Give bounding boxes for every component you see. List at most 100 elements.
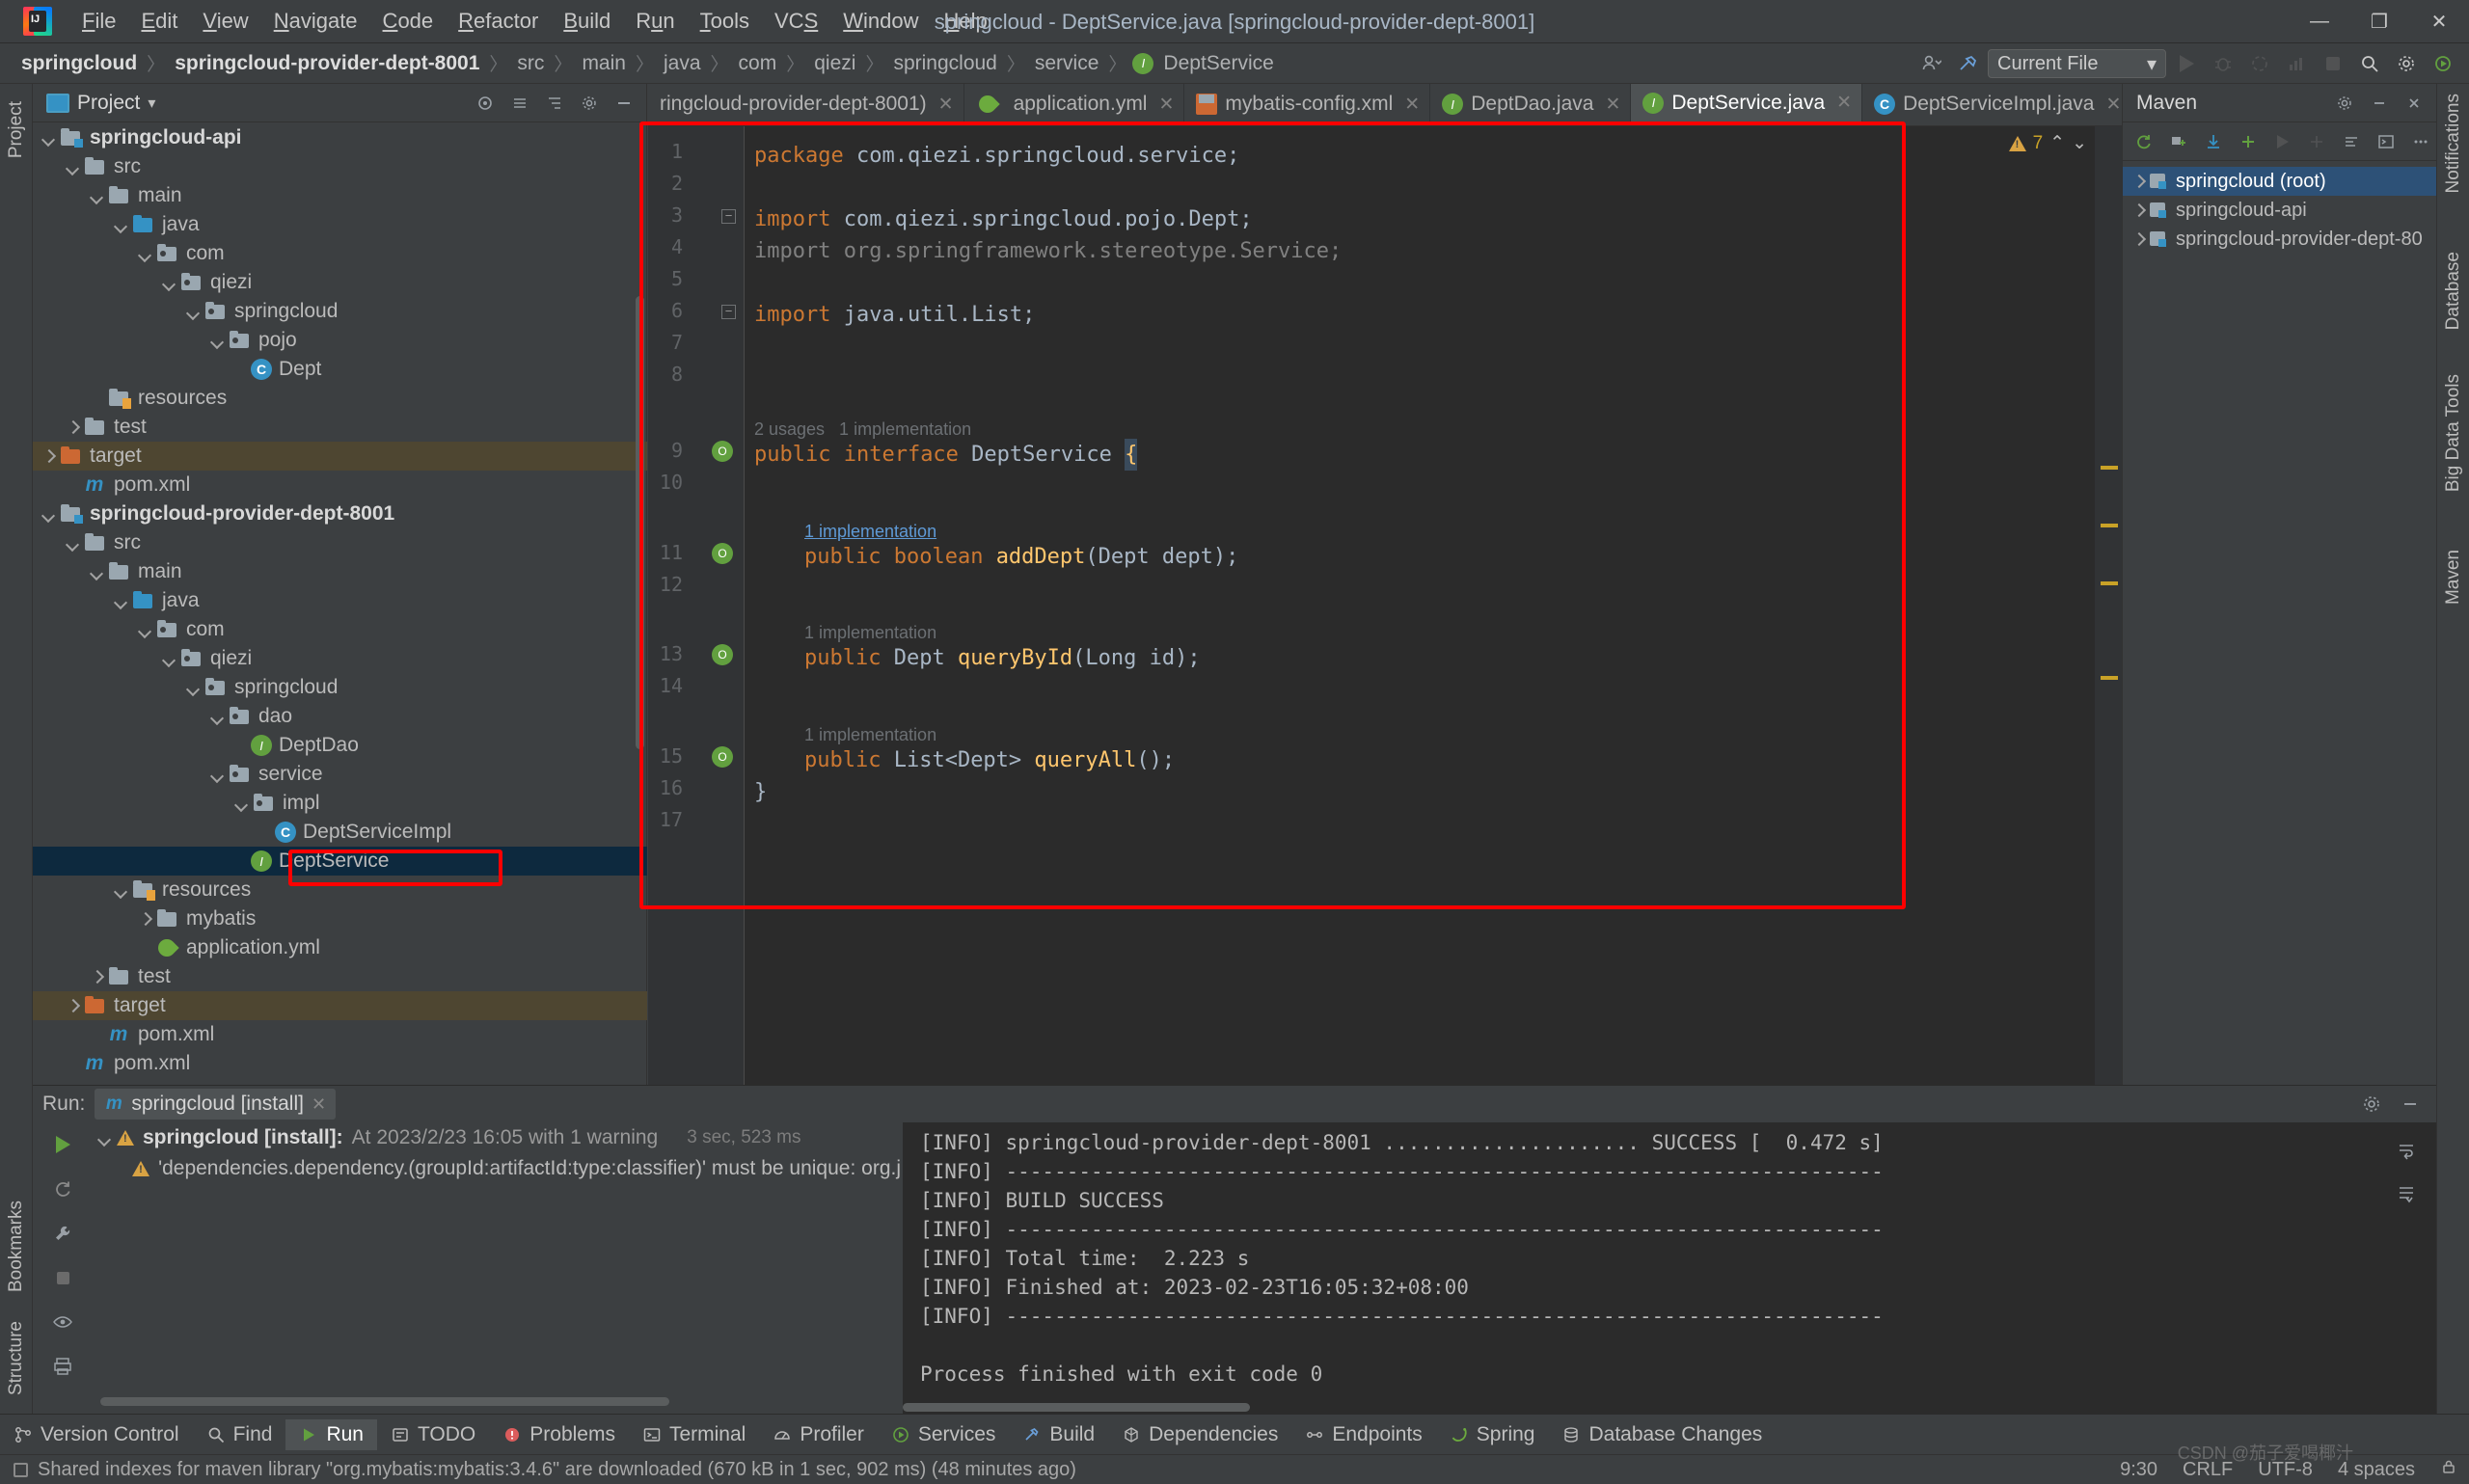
chevron-down-icon[interactable] [137,245,154,262]
debug-icon[interactable] [2207,48,2239,79]
tree-node-src[interactable]: src [33,528,647,557]
tree-node-application-yml[interactable]: application.yml [33,933,647,962]
toolwindow-button-spring[interactable]: Spring [1436,1419,1549,1450]
run-tab[interactable]: m springcloud [install] ✕ [95,1089,337,1120]
soft-wrap-icon[interactable] [2376,1128,2436,1173]
toolwindow-button-build[interactable]: Build [1009,1419,1108,1450]
menu-item-tools[interactable]: Tools [688,5,762,38]
wrench-icon[interactable] [33,1211,93,1255]
rail-tab-structure[interactable]: Structure [0,1311,33,1405]
tree-node-main[interactable]: main [33,181,647,210]
editor-tab-deptdao-java[interactable]: I DeptDao.java ✕ [1430,84,1632,125]
toolwindow-button-todo[interactable]: TODO [377,1419,489,1450]
chevron-down-icon[interactable] [96,1129,114,1147]
code-content[interactable]: package com.qiezi.springcloud.service; im… [754,126,2114,1085]
code-line[interactable]: import java.util.List; [754,299,1035,331]
tree-node-springcloud[interactable]: springcloud [33,297,647,326]
tree-node-test[interactable]: test [33,413,647,442]
tree-node-deptservice[interactable]: I DeptService [33,847,647,876]
project-tree-scrollbar[interactable] [636,296,644,749]
toolwindow-button-profiler[interactable]: Profiler [759,1419,878,1450]
toolwindow-button-version-control[interactable]: Version Control [0,1419,193,1450]
chevron-down-icon[interactable] [161,274,178,291]
chevron-down-icon[interactable] [65,534,82,552]
maven-toolbar[interactable] [2123,122,2436,161]
chevron-down-icon[interactable] [41,505,58,523]
run-icon[interactable] [2170,48,2203,79]
chevron-down-icon[interactable] [89,563,106,580]
tree-node-pojo[interactable]: pojo [33,326,647,355]
code-line[interactable]: import org.springframework.stereotype.Se… [754,235,1342,267]
chevron-down-icon[interactable] [209,332,227,349]
search-icon[interactable] [2353,48,2386,79]
toggle-offline-icon[interactable] [2301,126,2333,157]
fold-collapse-icon[interactable]: − [721,209,736,224]
inspection-widget[interactable]: 7 ⌃ ⌄ [2008,132,2087,154]
execute-goal-icon[interactable] [2370,126,2401,157]
editor-tab-deptservice-java[interactable]: I DeptService.java ✕ [1631,84,1863,125]
rail-tab-bookmarks[interactable]: Bookmarks [0,1191,33,1302]
toolwindow-button-dependencies[interactable]: Dependencies [1108,1419,1291,1450]
reload-icon[interactable] [2129,126,2160,157]
breadcrumb-item-service[interactable]: service [1031,50,1103,77]
stripe-marker[interactable] [2101,581,2118,585]
toolwindow-button-find[interactable]: Find [193,1419,286,1450]
run-results-tree[interactable]: springcloud [install]: At 2023/2/23 16:05… [93,1122,901,1378]
chevron-down-icon[interactable]: ▾ [148,94,155,113]
code-line[interactable]: package com.qiezi.springcloud.service; [754,140,1239,172]
skip-tests-icon[interactable] [2336,126,2368,157]
more-icon[interactable] [2404,126,2436,157]
add-all-icon[interactable] [2163,126,2195,157]
right-tool-rail[interactable]: Notifications Database Big Data Tools Ma… [2436,84,2469,1424]
chevron-right-icon[interactable] [2130,230,2148,248]
rail-tab-notifications[interactable]: Notifications [2437,84,2469,203]
tree-node-deptserviceimpl[interactable]: C DeptServiceImpl [33,818,647,847]
menu-item-view[interactable]: View [190,5,260,38]
minimize-button[interactable]: — [2290,0,2349,43]
tree-node-resources[interactable]: resources [33,876,647,904]
code-line[interactable]: public List<Dept> queryAll(); [804,744,1175,776]
menu-bar[interactable]: File Edit View Navigate Code Refactor Build Run… [69,5,1000,38]
target-icon[interactable] [469,88,502,119]
editor-gutter[interactable]: 1 2 3−4 5 6−7 8 9 O 10 11 O 12 13 O 14 15 O 16 17 [648,126,745,1085]
chevron-down-icon[interactable] [185,303,203,320]
close-icon[interactable]: ✕ [1836,92,1852,114]
tree-node-pom-xml[interactable]: m pom.xml [33,1020,647,1049]
tree-node-com[interactable]: com [33,239,647,268]
breadcrumb-item-src[interactable]: src [513,50,548,77]
project-header-actions[interactable] [469,88,646,119]
plus-icon[interactable] [2232,126,2264,157]
tree-node-qiezi[interactable]: qiezi [33,644,647,673]
chevron-right-icon[interactable] [89,968,106,985]
maximize-button[interactable]: ❐ [2349,0,2409,43]
implementation-gutter-icon[interactable]: O [712,746,733,768]
tree-node-springcloud-api[interactable]: springcloud-api [33,123,647,152]
code-line[interactable]: import com.qiezi.springcloud.pojo.Dept; [754,203,1253,235]
scroll-to-end-icon[interactable] [2376,1173,2436,1217]
menu-item-file[interactable]: File [69,5,128,38]
maven-node-springcloud-provider-dept-80[interactable]: springcloud-provider-dept-80 [2123,225,2436,254]
restart-icon[interactable] [33,1167,93,1211]
tree-node-main[interactable]: main [33,557,647,586]
collapse-all-icon[interactable] [503,88,536,119]
tree-node-mybatis[interactable]: mybatis [33,904,647,933]
console-hscrollbar[interactable] [903,1403,2436,1412]
close-button[interactable]: ✕ [2409,0,2469,43]
eye-icon[interactable] [33,1300,93,1344]
tree-node-src[interactable]: src [33,152,647,181]
inspection-prev-icon[interactable]: ⌃ [2049,132,2065,154]
close-icon[interactable]: ✕ [938,94,954,116]
editor-tab-deptserviceimpl-java[interactable]: C DeptServiceImpl.java ✕ [1862,84,2122,125]
left-tool-rail[interactable]: Project Bookmarks Structure [0,84,33,1424]
minimize-icon[interactable] [2363,88,2396,119]
code-editor[interactable]: 1 2 3−4 5 6−7 8 9 O 10 11 O 12 13 O 14 15 O 16 17 package … [648,126,2122,1085]
chevron-right-icon[interactable] [65,418,82,436]
code-line[interactable]: public Dept queryById(Long id); [804,642,1201,674]
tree-node-target[interactable]: target [33,991,647,1020]
inspection-next-icon[interactable]: ⌄ [2072,132,2087,154]
implementation-gutter-icon[interactable]: O [712,542,733,564]
tree-node-java[interactable]: java [33,586,647,615]
close-icon[interactable]: ✕ [1158,94,1174,116]
tree-node-test[interactable]: test [33,962,647,991]
chevron-down-icon[interactable] [137,621,154,638]
